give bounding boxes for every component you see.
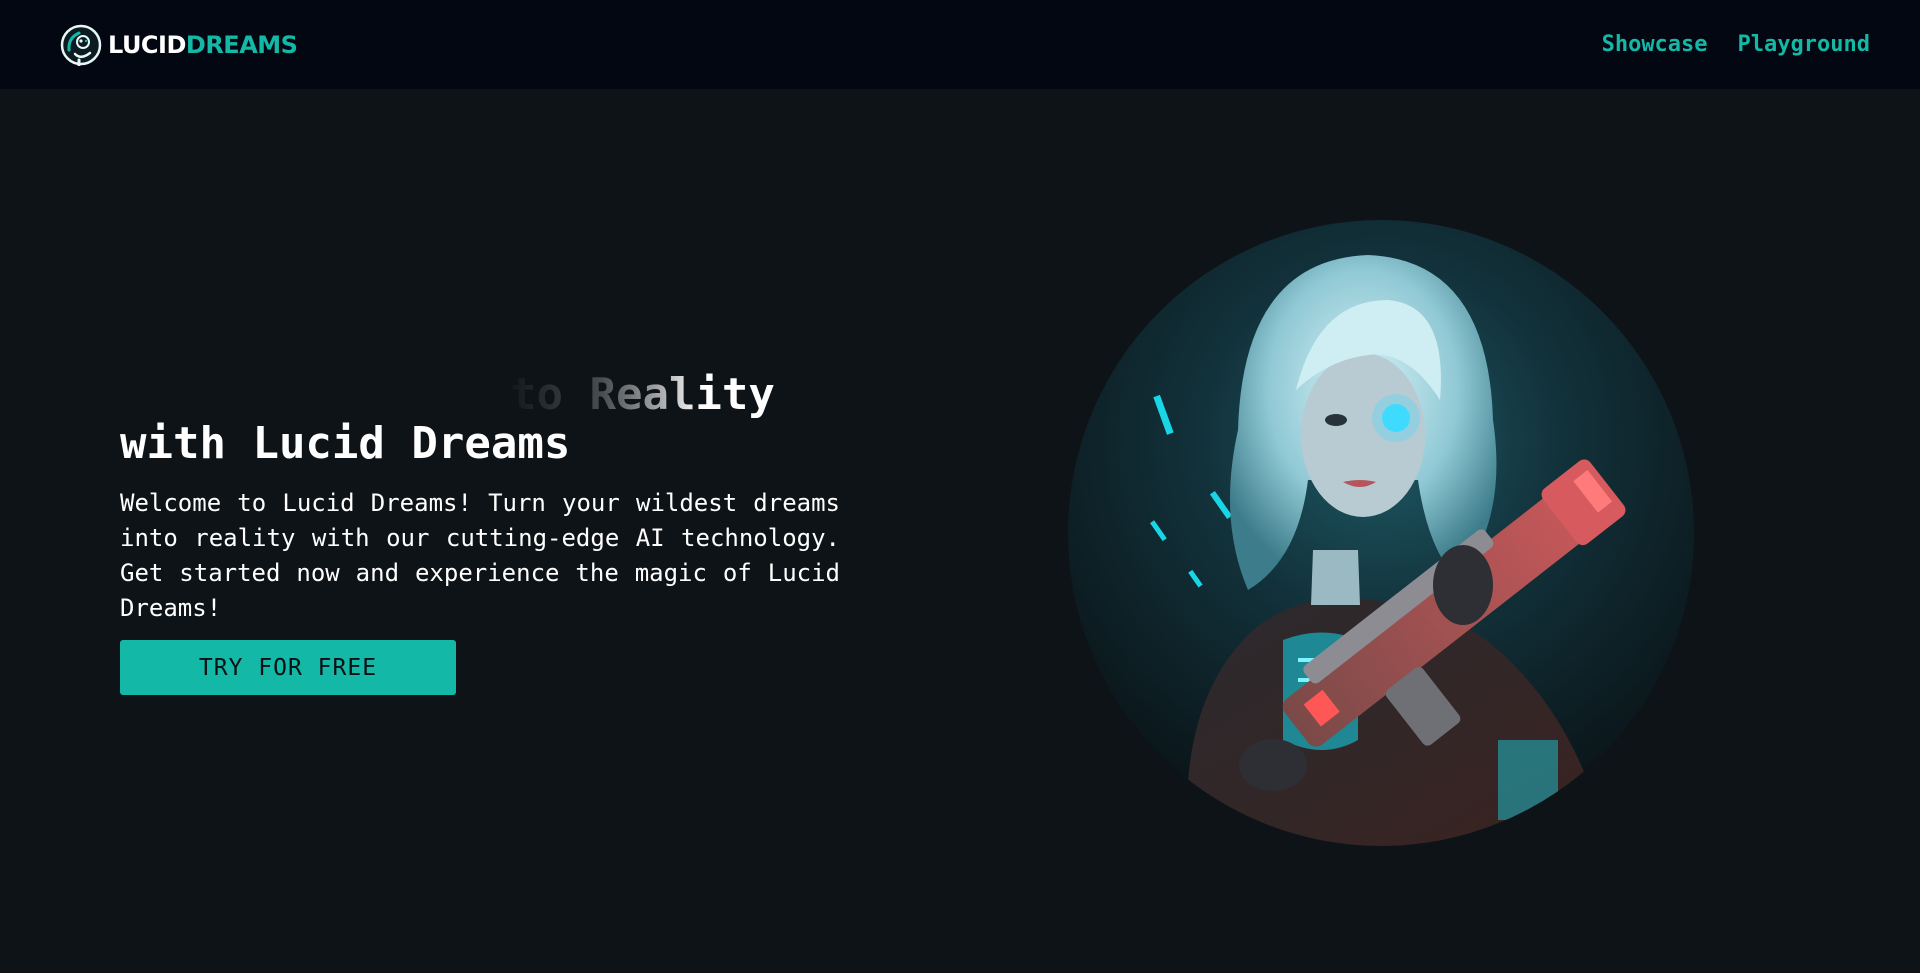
astronaut-logo-icon bbox=[60, 24, 102, 66]
hero-illustration bbox=[1068, 220, 1694, 846]
hero-description: Welcome to Lucid Dreams! Turn your wilde… bbox=[120, 489, 840, 622]
brand-logo-link[interactable]: LUCIDDREAMS bbox=[60, 24, 298, 66]
navbar: LUCIDDREAMS Showcase Playground bbox=[0, 0, 1920, 89]
try-for-free-button[interactable]: TRY FOR FREE bbox=[120, 640, 456, 695]
nav-link-playground[interactable]: Playground bbox=[1738, 32, 1870, 57]
cyberpunk-girl-illustration bbox=[1068, 220, 1694, 846]
nav-link-showcase[interactable]: Showcase bbox=[1602, 32, 1708, 57]
nav-links: Showcase Playground bbox=[1602, 32, 1870, 57]
brand-name-dreams: DREAMS bbox=[185, 30, 298, 59]
headline-typing-label: to Reality bbox=[510, 369, 775, 420]
brand-name-lucid: LUCID bbox=[108, 30, 186, 59]
headline-main: with Lucid Dreams bbox=[120, 418, 571, 469]
brand-name: LUCIDDREAMS bbox=[108, 30, 298, 59]
